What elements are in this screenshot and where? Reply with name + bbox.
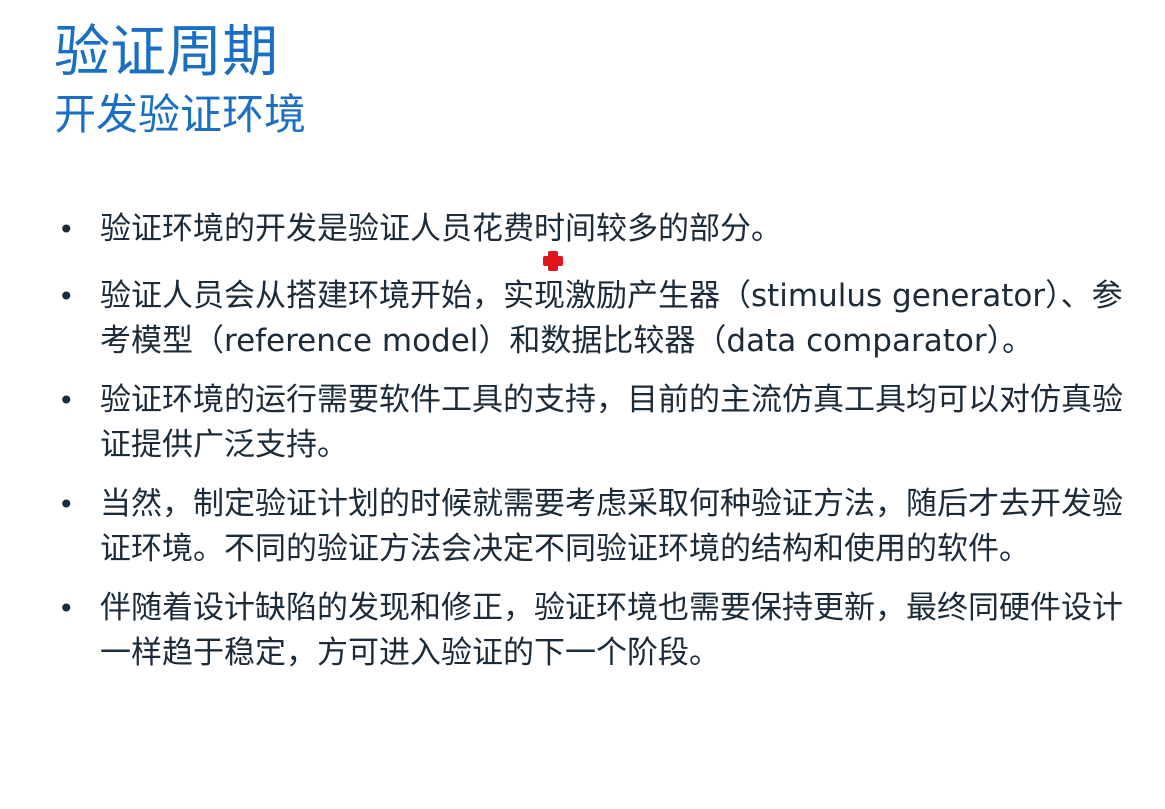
bullet-item: • 验证人员会从搭建环境开始，实现激励产生器（stimulus generato… bbox=[58, 274, 1143, 364]
bullet-text: 验证环境的运行需要软件工具的支持，目前的主流仿真工具均可以对仿真验证提供广泛支持… bbox=[100, 382, 1123, 463]
bullet-item: • 当然，制定验证计划的时候就需要考虑采取何种验证方法，随后才去开发验证环境。不… bbox=[58, 482, 1143, 572]
bullet-dot-icon: • bbox=[58, 280, 75, 313]
bullet-item: • 验证环境的开发是验证人员花费时间较多的部分。 bbox=[58, 207, 1143, 252]
bullet-dot-icon: • bbox=[58, 384, 75, 417]
bullet-list: • 验证环境的开发是验证人员花费时间较多的部分。 • 验证人员会从搭建环境开始，… bbox=[58, 207, 1143, 698]
bullet-item: • 伴随着设计缺陷的发现和修正，验证环境也需要保持更新，最终同硬件设计一样趋于稳… bbox=[58, 586, 1143, 676]
bullet-dot-icon: • bbox=[58, 488, 75, 521]
bullet-text: 验证环境的开发是验证人员花费时间较多的部分。 bbox=[100, 211, 782, 247]
slide-title: 验证周期 bbox=[54, 20, 278, 85]
bullet-text: 当然，制定验证计划的时候就需要考虑采取何种验证方法，随后才去开发验证环境。不同的… bbox=[100, 486, 1123, 567]
slide: 验证周期 开发验证环境 • 验证环境的开发是验证人员花费时间较多的部分。 • 验… bbox=[0, 0, 1165, 809]
slide-subtitle: 开发验证环境 bbox=[54, 90, 307, 139]
bullet-text: 验证人员会从搭建环境开始，实现激励产生器（stimulus generator）… bbox=[100, 278, 1123, 359]
bullet-dot-icon: • bbox=[58, 213, 75, 246]
red-cross-pointer-icon bbox=[543, 251, 563, 271]
bullet-text: 伴随着设计缺陷的发现和修正，验证环境也需要保持更新，最终同硬件设计一样趋于稳定，… bbox=[100, 590, 1123, 671]
bullet-item: • 验证环境的运行需要软件工具的支持，目前的主流仿真工具均可以对仿真验证提供广泛… bbox=[58, 378, 1143, 468]
bullet-dot-icon: • bbox=[58, 592, 75, 625]
